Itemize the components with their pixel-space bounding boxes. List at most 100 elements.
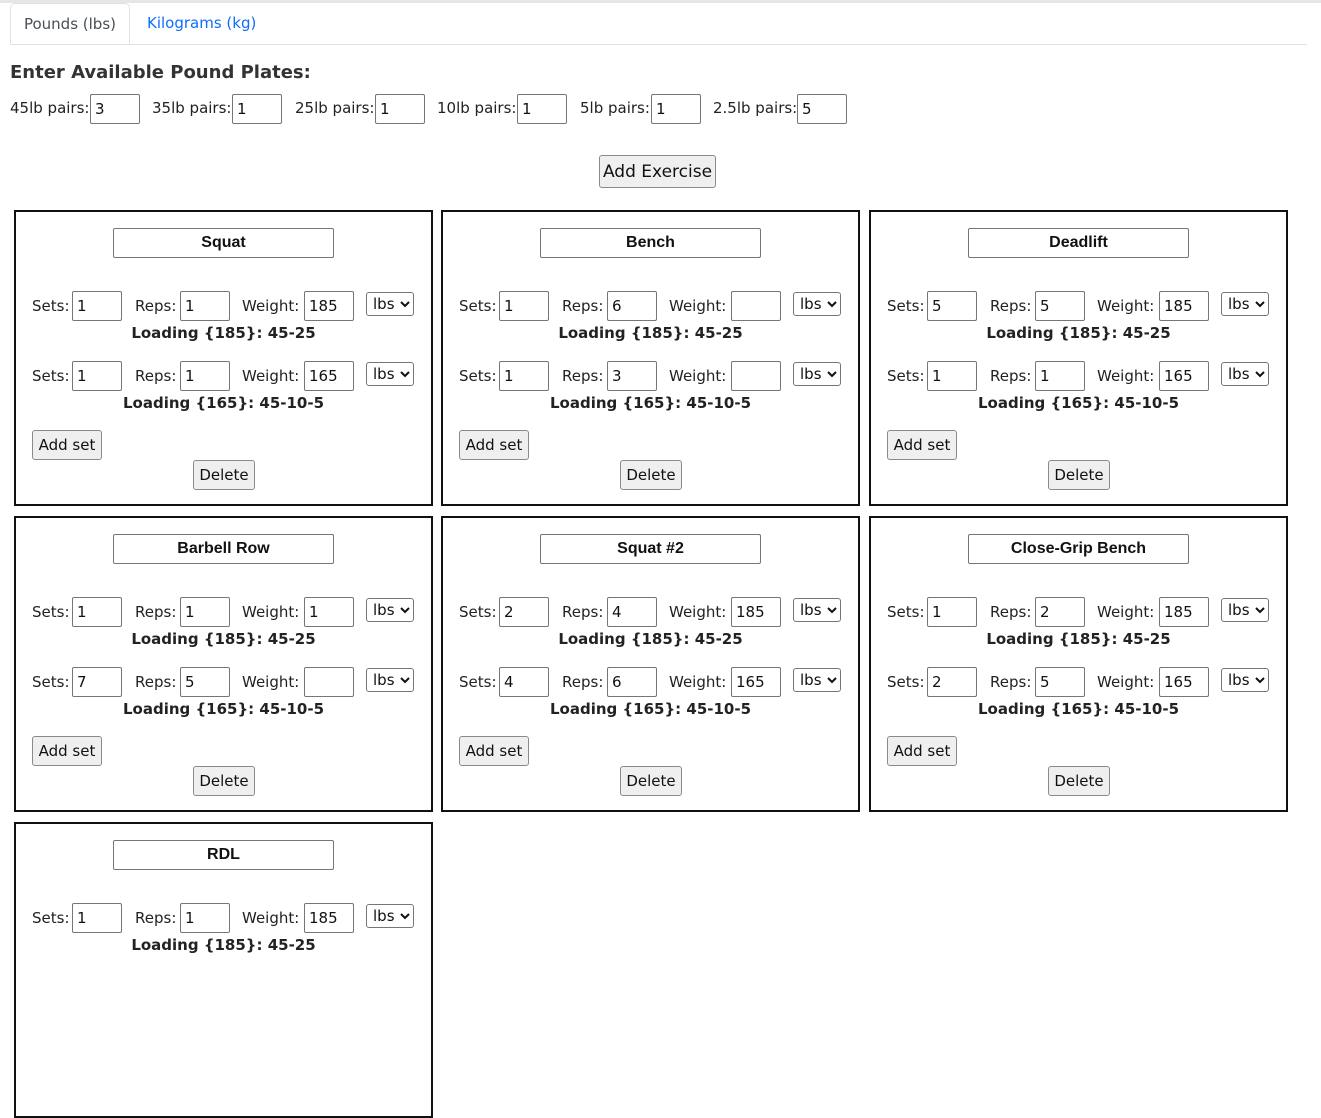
weight-input[interactable] bbox=[731, 291, 781, 321]
add-set-button[interactable]: Add set bbox=[459, 430, 529, 460]
sets-input[interactable] bbox=[927, 291, 977, 321]
reps-input[interactable] bbox=[180, 361, 230, 391]
sets-input[interactable] bbox=[499, 667, 549, 697]
reps-input[interactable] bbox=[607, 291, 657, 321]
tab-pounds[interactable]: Pounds (lbs) bbox=[10, 3, 130, 44]
reps-input[interactable] bbox=[1035, 597, 1085, 627]
unit-select[interactable]: lbs bbox=[366, 668, 414, 692]
add-set-button[interactable]: Add set bbox=[32, 736, 102, 766]
exercise-name-input[interactable] bbox=[968, 228, 1189, 258]
plate-10-input[interactable] bbox=[517, 94, 567, 124]
weight-input[interactable] bbox=[304, 903, 354, 933]
delete-exercise-button[interactable]: Delete bbox=[620, 766, 682, 796]
reps-input[interactable] bbox=[180, 291, 230, 321]
unit-select[interactable]: lbs bbox=[366, 362, 414, 386]
sets-input[interactable] bbox=[499, 291, 549, 321]
reps-input[interactable] bbox=[1035, 361, 1085, 391]
reps-input[interactable] bbox=[180, 903, 230, 933]
sets-input[interactable] bbox=[72, 597, 122, 627]
plate-25-input[interactable] bbox=[375, 94, 425, 124]
sets-input[interactable] bbox=[72, 291, 122, 321]
exercise-card: Sets: Reps: Weight: lbs Loading {185}: 4… bbox=[14, 516, 433, 812]
weight-label: Weight: bbox=[242, 603, 300, 621]
set-row: Sets: Reps: Weight: lbs Loading {165}: 4… bbox=[443, 667, 858, 723]
unit-select[interactable]: lbs bbox=[793, 292, 841, 316]
plate-2-5-input[interactable] bbox=[797, 94, 847, 124]
exercise-card: Sets: Reps: Weight: lbs Loading {185}: 4… bbox=[869, 516, 1288, 812]
weight-input[interactable] bbox=[731, 667, 781, 697]
weight-input[interactable] bbox=[731, 597, 781, 627]
delete-exercise-button[interactable]: Delete bbox=[193, 766, 255, 796]
add-set-button[interactable]: Add set bbox=[32, 430, 102, 460]
unit-select[interactable]: lbs bbox=[793, 362, 841, 386]
unit-select[interactable]: lbs bbox=[1221, 362, 1269, 386]
set-row: Sets: Reps: Weight: lbs Loading {185}: 4… bbox=[871, 291, 1286, 347]
reps-input[interactable] bbox=[180, 597, 230, 627]
unit-select[interactable]: lbs bbox=[793, 598, 841, 622]
exercise-name-input[interactable] bbox=[540, 228, 761, 258]
weight-input[interactable] bbox=[1159, 667, 1209, 697]
sets-label: Sets: bbox=[32, 297, 70, 315]
tab-kilograms[interactable]: Kilograms (kg) bbox=[131, 3, 272, 44]
reps-input[interactable] bbox=[607, 361, 657, 391]
exercise-name-input[interactable] bbox=[113, 534, 334, 564]
sets-label: Sets: bbox=[32, 367, 70, 385]
plates-heading: Enter Available Pound Plates: bbox=[10, 62, 311, 83]
reps-label: Reps: bbox=[990, 673, 1032, 691]
reps-input[interactable] bbox=[607, 597, 657, 627]
loading-text: Loading {165}: 45-10-5 bbox=[977, 394, 1180, 412]
add-set-button[interactable]: Add set bbox=[887, 736, 957, 766]
plate-35-input[interactable] bbox=[232, 94, 282, 124]
delete-exercise-button[interactable]: Delete bbox=[1048, 460, 1110, 490]
exercise-name-input[interactable] bbox=[540, 534, 761, 564]
add-exercise-button[interactable]: Add Exercise bbox=[599, 155, 716, 188]
add-set-button[interactable]: Add set bbox=[887, 430, 957, 460]
loading-text: Loading {165}: 45-10-5 bbox=[549, 700, 752, 718]
set-row: Sets: Reps: Weight: lbs Loading {185}: 4… bbox=[16, 903, 431, 959]
unit-select[interactable]: lbs bbox=[1221, 292, 1269, 316]
sets-input[interactable] bbox=[927, 361, 977, 391]
unit-select[interactable]: lbs bbox=[366, 904, 414, 928]
sets-input[interactable] bbox=[499, 597, 549, 627]
reps-label: Reps: bbox=[562, 297, 604, 315]
unit-select[interactable]: lbs bbox=[793, 668, 841, 692]
exercise-name-input[interactable] bbox=[968, 534, 1189, 564]
reps-input[interactable] bbox=[180, 667, 230, 697]
loading-text: Loading {185}: 45-25 bbox=[131, 630, 316, 648]
sets-input[interactable] bbox=[927, 667, 977, 697]
exercise-name-input[interactable] bbox=[113, 840, 334, 870]
reps-input[interactable] bbox=[1035, 291, 1085, 321]
reps-input[interactable] bbox=[1035, 667, 1085, 697]
add-set-button[interactable]: Add set bbox=[459, 736, 529, 766]
sets-label: Sets: bbox=[32, 909, 70, 927]
weight-input[interactable] bbox=[1159, 597, 1209, 627]
unit-select[interactable]: lbs bbox=[366, 598, 414, 622]
weight-input[interactable] bbox=[304, 361, 354, 391]
weight-input[interactable] bbox=[1159, 291, 1209, 321]
weight-input[interactable] bbox=[1159, 361, 1209, 391]
weight-label: Weight: bbox=[669, 297, 727, 315]
unit-select[interactable]: lbs bbox=[1221, 668, 1269, 692]
weight-input[interactable] bbox=[304, 667, 354, 697]
reps-input[interactable] bbox=[607, 667, 657, 697]
unit-select[interactable]: lbs bbox=[366, 292, 414, 316]
weight-input[interactable] bbox=[304, 597, 354, 627]
loading-text: Loading {165}: 45-10-5 bbox=[122, 394, 325, 412]
sets-input[interactable] bbox=[927, 597, 977, 627]
weight-input[interactable] bbox=[731, 361, 781, 391]
sets-input[interactable] bbox=[499, 361, 549, 391]
sets-input[interactable] bbox=[72, 361, 122, 391]
plate-5-input[interactable] bbox=[651, 94, 701, 124]
plate-45-input[interactable] bbox=[90, 94, 140, 124]
sets-input[interactable] bbox=[72, 903, 122, 933]
exercise-name-input[interactable] bbox=[113, 228, 334, 258]
weight-input[interactable] bbox=[304, 291, 354, 321]
sets-input[interactable] bbox=[72, 667, 122, 697]
delete-exercise-button[interactable]: Delete bbox=[193, 460, 255, 490]
unit-select[interactable]: lbs bbox=[1221, 598, 1269, 622]
delete-exercise-button[interactable]: Delete bbox=[620, 460, 682, 490]
delete-exercise-button[interactable]: Delete bbox=[1048, 766, 1110, 796]
set-row: Sets: Reps: Weight: lbs Loading {185}: 4… bbox=[443, 597, 858, 653]
weight-label: Weight: bbox=[1097, 673, 1155, 691]
plate-label: 2.5lb pairs: bbox=[713, 99, 798, 117]
